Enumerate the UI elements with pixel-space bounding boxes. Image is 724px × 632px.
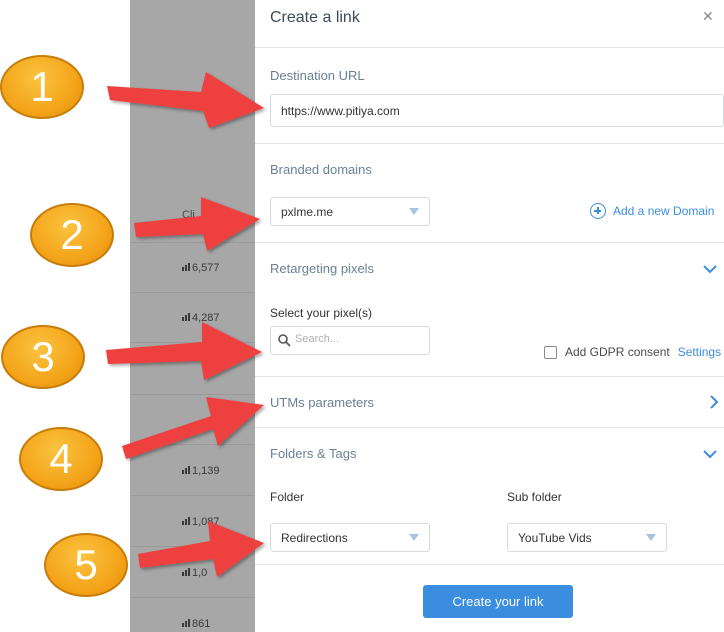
retargeting-pixels-label: Retargeting pixels xyxy=(270,261,375,276)
bar-chart-icon xyxy=(182,517,190,525)
annotation-badge-2: 2 xyxy=(30,203,114,267)
list-row-divider xyxy=(130,394,255,395)
branded-domain-select[interactable]: pxlme.me xyxy=(270,197,430,226)
list-item-clicks: 861 xyxy=(182,618,210,630)
pixel-search[interactable] xyxy=(270,326,430,355)
list-item-clicks: 1,087 xyxy=(182,516,220,528)
caret-down-icon xyxy=(409,534,419,541)
folders-tags-label: Folders & Tags xyxy=(270,446,357,461)
list-row-divider xyxy=(130,597,255,598)
utm-parameters-label: UTMs parameters xyxy=(270,395,375,410)
gdpr-checkbox[interactable] xyxy=(544,345,557,359)
bar-chart-icon xyxy=(182,313,190,321)
branded-domains-label: Branded domains xyxy=(270,162,372,177)
select-pixels-label: Select your pixel(s) xyxy=(270,306,373,320)
bar-chart-icon xyxy=(182,466,190,474)
panel-title: Create a link xyxy=(270,9,360,26)
folder-label: Folder xyxy=(270,490,305,504)
divider xyxy=(255,47,724,48)
destination-url-label: Destination URL xyxy=(270,68,365,83)
search-icon xyxy=(278,334,291,347)
settings-link[interactable]: Settings xyxy=(678,345,721,359)
pixel-search-input[interactable] xyxy=(295,333,425,345)
annotation-badge-4: 4 xyxy=(19,427,103,491)
annotation-badge-5: 5 xyxy=(44,533,128,597)
close-icon[interactable]: ✕ xyxy=(702,8,714,25)
annotation-badge-1: 1 xyxy=(0,55,84,119)
branded-domain-value: pxlme.me xyxy=(281,205,334,219)
divider xyxy=(255,427,724,428)
bar-chart-icon xyxy=(182,619,190,627)
list-item-clicks: 1,0 xyxy=(182,567,207,579)
list-row-divider xyxy=(130,444,255,445)
caret-down-icon xyxy=(409,208,419,215)
list-row-divider xyxy=(130,242,255,243)
add-domain-link[interactable]: Add a new Domain xyxy=(590,203,714,219)
add-domain-label: Add a new Domain xyxy=(613,204,715,218)
divider xyxy=(255,376,724,377)
list-row-divider xyxy=(130,546,255,547)
chevron-right-icon[interactable] xyxy=(706,394,722,410)
caret-down-icon xyxy=(646,534,656,541)
divider xyxy=(255,564,724,565)
divider xyxy=(255,242,724,243)
divider xyxy=(255,143,724,144)
list-row-divider xyxy=(130,292,255,293)
chevron-down-icon[interactable] xyxy=(702,261,718,277)
subfolder-label: Sub folder xyxy=(507,490,562,504)
subfolder-value: YouTube Vids xyxy=(518,531,592,545)
list-item-clicks: 1,139 xyxy=(182,465,220,477)
clicks-column-header: Cli xyxy=(182,209,195,221)
list-row-divider xyxy=(130,342,255,343)
folder-value: Redirections xyxy=(281,531,348,545)
gdpr-consent: Add GDPR consent Settings xyxy=(544,345,721,359)
gdpr-label: Add GDPR consent xyxy=(565,345,670,359)
list-row-divider xyxy=(130,495,255,496)
plus-circle-icon xyxy=(590,203,606,219)
list-item-clicks: 6,577 xyxy=(182,262,220,274)
chevron-down-icon[interactable] xyxy=(702,446,718,462)
create-link-panel: Create a link ✕ Destination URL Branded … xyxy=(255,0,724,632)
bar-chart-icon xyxy=(182,263,190,271)
create-link-button[interactable]: Create your link xyxy=(423,585,573,618)
bar-chart-icon xyxy=(182,568,190,576)
folder-select[interactable]: Redirections xyxy=(270,523,430,552)
destination-url-input[interactable] xyxy=(270,94,724,127)
links-list-background: Cli 6,577 4,287 1,139 1,087 1,0 861 xyxy=(130,0,255,632)
annotation-badge-3: 3 xyxy=(1,325,85,389)
list-item-clicks: 4,287 xyxy=(182,312,220,324)
subfolder-select[interactable]: YouTube Vids xyxy=(507,523,667,552)
